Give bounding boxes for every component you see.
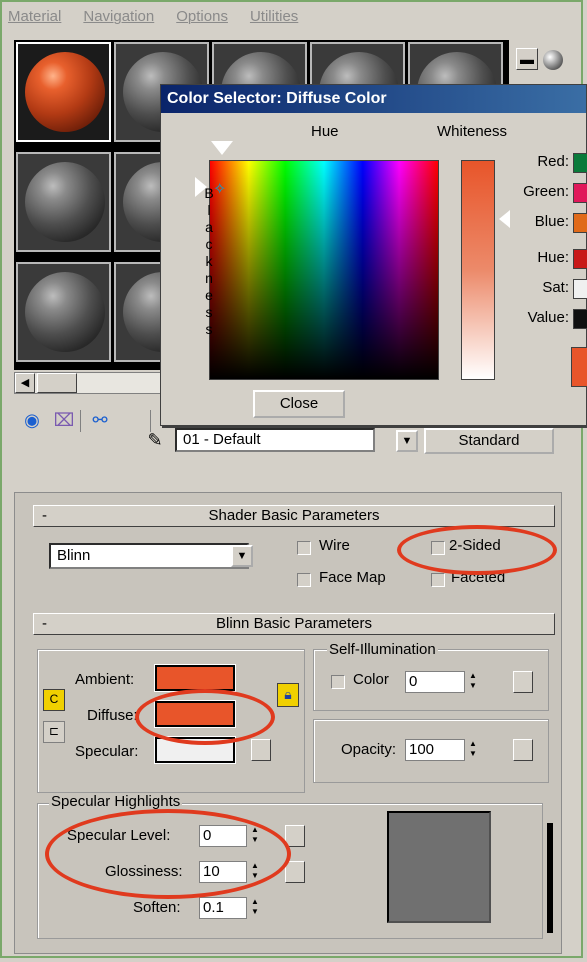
slots-scrollbar[interactable]: ◀ [14,372,164,394]
soften-label: Soften: [133,899,181,916]
sample-slot-11[interactable] [16,262,111,362]
specular-level-label: Specular Level: [67,827,171,844]
self-illum-value-field[interactable]: 0 [405,671,465,693]
specular-map-button[interactable] [251,739,271,761]
opacity-field[interactable]: 100 [405,739,465,761]
lock-ambient-diffuse-map-icon[interactable]: C [43,689,65,711]
specular-level-field[interactable]: 0 [199,825,247,847]
specular-color-swatch[interactable] [155,737,235,763]
highlight-curve-graph [387,811,491,923]
red-slider[interactable] [573,153,587,173]
color-selector-dialog: Color Selector: Diffuse Color Hue Whiten… [160,84,587,426]
material-name-field[interactable]: 01 - Default [175,428,375,452]
specular-level-map-button[interactable] [285,825,305,847]
two-sided-checkbox[interactable] [431,541,445,555]
sample-sphere-icon [25,272,105,352]
backlight-icon[interactable] [543,50,563,70]
diffuse-label: Diffuse: [87,707,138,724]
shader-rollout-header[interactable]: - Shader Basic Parameters [33,505,555,527]
hue-field-label: Hue: [537,249,569,266]
spinner-arrows-icon[interactable]: ▲ ▼ [249,897,261,919]
eyedropper-icon[interactable]: ✎ [143,428,167,452]
shader-rollout-title: Shader Basic Parameters [208,507,380,524]
put-material-icon[interactable]: ⌧ [52,408,76,432]
ambient-color-swatch[interactable] [155,665,235,691]
blue-slider[interactable] [573,213,587,233]
self-illum-color-checkbox[interactable] [331,675,345,689]
spinner-arrows-icon[interactable]: ▲ ▼ [249,825,261,847]
faceted-label: Faceted [451,569,506,586]
hue-label: Hue [311,123,339,140]
lock-icon[interactable]: 🔒︎ [277,683,299,707]
sample-slot-1[interactable] [16,42,111,142]
sample-type-button[interactable]: ▬ [516,48,538,70]
two-sided-label: 2-Sided [449,537,501,554]
self-illum-map-button[interactable] [513,671,533,693]
wire-checkbox[interactable] [297,541,311,555]
hue-slider[interactable] [573,249,587,269]
diffuse-color-swatch[interactable] [155,701,235,727]
self-illum-color-label: Color [353,671,389,688]
blinn-rollout-title: Blinn Basic Parameters [216,615,372,632]
rollout-panel: - Shader Basic Parameters Blinn ▼ Wire 2… [14,492,562,954]
collapse-icon: - [42,615,47,632]
get-material-icon[interactable]: ◉ [20,408,44,432]
green-slider[interactable] [573,183,587,203]
toolbar-divider [80,410,81,432]
sat-slider[interactable] [573,279,587,299]
hue-blackness-picker[interactable] [209,160,439,380]
scroll-thumb[interactable] [37,373,77,393]
face-map-label: Face Map [319,569,386,586]
opacity-label: Opacity: [341,741,397,758]
picker-crosshair-icon: ✧ [213,181,227,198]
menu-navigation[interactable]: Navigation [83,8,154,34]
glossiness-label: Glossiness: [105,863,183,880]
opacity-map-button[interactable] [513,739,533,761]
sample-slot-6[interactable] [16,152,111,252]
sat-label: Sat: [542,279,569,296]
menu-material[interactable]: Material [8,8,61,34]
spinner-arrows-icon[interactable]: ▲ ▼ [467,739,479,761]
specular-highlights-title: Specular Highlights [49,793,183,810]
shader-dropdown-icon[interactable]: ▼ [231,545,253,567]
menu-options[interactable]: Options [176,8,228,34]
glossiness-map-button[interactable] [285,861,305,883]
specular-label: Specular: [75,743,139,760]
shader-select[interactable]: Blinn [49,543,249,569]
soften-field[interactable]: 0.1 [199,897,247,919]
whiteness-bar[interactable] [461,160,495,380]
material-name-dropdown-icon[interactable]: ▼ [396,430,418,452]
dialog-title[interactable]: Color Selector: Diffuse Color [161,85,586,113]
scroll-left-icon[interactable]: ◀ [15,373,35,393]
collapse-icon: - [42,507,47,524]
blackness-label: Bla ckn ess [204,185,214,337]
sample-sphere-icon [25,52,105,132]
close-button[interactable]: Close [253,390,345,418]
blue-label: Blue: [534,213,569,230]
red-label: Red: [537,153,569,170]
menu-utilities[interactable]: Utilities [250,8,298,34]
spinner-arrows-icon[interactable]: ▲ ▼ [249,861,261,883]
sample-sphere-icon [25,162,105,242]
green-label: Green: [523,183,569,200]
assign-material-icon[interactable]: ⚯ [88,408,112,432]
hue-pointer-icon[interactable] [211,141,233,155]
value-label: Value: [527,309,569,326]
face-map-checkbox[interactable] [297,573,311,587]
material-type-button[interactable]: Standard [424,428,554,454]
glossiness-field[interactable]: 10 [199,861,247,883]
panel-scroll-indicator [547,823,553,933]
spinner-arrows-icon[interactable]: ▲ ▼ [467,671,479,693]
lock-diffuse-specular-icon[interactable]: ⊏ [43,721,65,743]
whiteness-label: Whiteness [437,123,508,140]
wire-label: Wire [319,537,350,554]
menu-bar: Material Navigation Options Utilities [8,8,298,34]
self-illumination-title: Self-Illumination [327,641,438,658]
value-slider[interactable] [573,309,587,329]
ambient-label: Ambient: [75,671,135,688]
faceted-checkbox[interactable] [431,573,445,587]
blinn-rollout-header[interactable]: - Blinn Basic Parameters [33,613,555,635]
current-color-swatch [571,347,587,387]
